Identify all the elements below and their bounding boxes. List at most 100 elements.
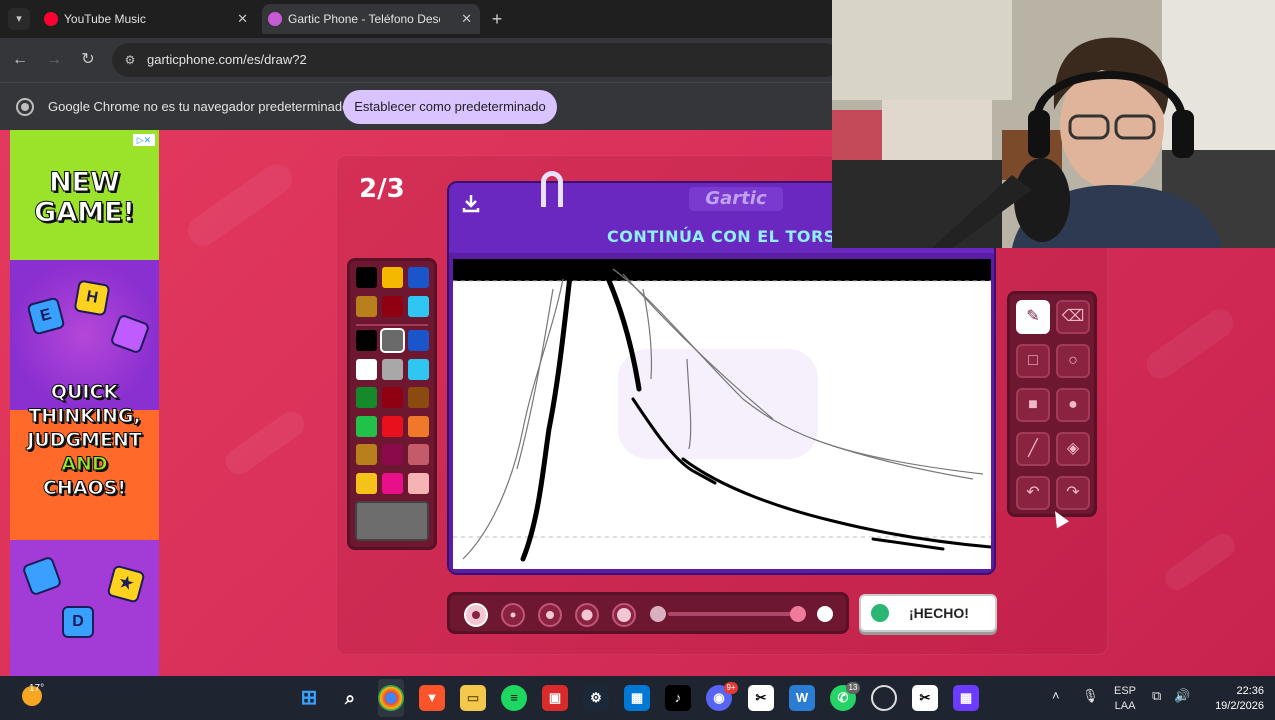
app-grid-icon[interactable]: ▦: [953, 685, 979, 711]
fill-tool[interactable]: ◈: [1056, 432, 1090, 466]
chrome-icon[interactable]: [378, 685, 404, 711]
brush-controls: [447, 592, 849, 634]
color-swatch[interactable]: [382, 415, 403, 437]
tiktok-icon[interactable]: ♪: [665, 685, 691, 711]
redo-tool[interactable]: ↷: [1056, 476, 1090, 510]
keyboard-layout: LAA: [1114, 700, 1136, 712]
color-swatch[interactable]: [382, 387, 403, 408]
capcut-icon[interactable]: ✂: [912, 685, 938, 711]
weather-temperature: 17°: [29, 683, 45, 694]
line-tool[interactable]: ╱: [1016, 432, 1050, 466]
pencil-tool[interactable]: ✎: [1016, 300, 1050, 334]
gartic-phone-icon: [268, 12, 282, 26]
color-swatch[interactable]: [356, 444, 377, 465]
drawing-strokes: [453, 259, 991, 562]
capcut-icon[interactable]: ✂: [748, 685, 774, 711]
tray-overflow-icon[interactable]: ˄: [1052, 688, 1060, 703]
filled-rectangle-tool[interactable]: ■: [1016, 388, 1050, 422]
brush-size-4[interactable]: [575, 603, 599, 627]
brush-size-3[interactable]: [538, 603, 562, 627]
tool-panel: ✎ ⌫ □ ○ ■ ● ╱ ◈ ↶ ↷: [1007, 291, 1097, 517]
close-icon[interactable]: ✕: [461, 4, 472, 34]
task-prompt: CONTINÚA CON EL TORSO: [607, 227, 850, 246]
filled-ellipse-tool[interactable]: ●: [1056, 388, 1090, 422]
search-icon[interactable]: ⌕: [337, 685, 363, 711]
ad-choices-icon[interactable]: ▷✕: [133, 134, 155, 146]
background-stripe: [220, 406, 310, 480]
color-swatch[interactable]: [356, 330, 377, 351]
network-icon[interactable]: ⧉: [1152, 688, 1161, 704]
color-swatch[interactable]: [356, 267, 377, 288]
reload-button[interactable]: ↻: [76, 48, 100, 72]
color-swatch[interactable]: [356, 472, 377, 494]
color-swatch[interactable]: [382, 444, 403, 465]
microphone-icon[interactable]: 🎙: [1082, 688, 1099, 704]
tab-youtube-music[interactable]: YouTube Music ✕: [38, 4, 256, 34]
spotify-icon[interactable]: ≡: [501, 685, 527, 711]
brush-size-2[interactable]: [501, 603, 525, 627]
color-swatch[interactable]: [408, 267, 429, 288]
forward-button[interactable]: →: [42, 48, 66, 72]
download-icon[interactable]: [461, 193, 481, 213]
webcam-feed: [832, 0, 1275, 248]
rectangle-tool[interactable]: □: [1016, 344, 1050, 378]
brush-size-dot: [510, 612, 516, 618]
address-bar[interactable]: ⚙ garticphone.com/es/draw?2: [112, 43, 842, 77]
brush-size-5[interactable]: [612, 603, 636, 627]
tab-search-button[interactable]: ▾: [8, 8, 30, 30]
dice-icon: E: [26, 296, 66, 336]
brave-icon[interactable]: ▼: [419, 685, 445, 711]
color-swatch[interactable]: [408, 415, 429, 437]
obs-icon[interactable]: [871, 685, 897, 711]
file-explorer-icon[interactable]: ▭: [460, 685, 486, 711]
new-tab-button[interactable]: +: [486, 6, 508, 32]
color-swatch[interactable]: [408, 472, 429, 494]
color-swatch[interactable]: [408, 358, 429, 380]
clock[interactable]: 22:36 19/2/2026: [1200, 684, 1264, 714]
word-icon[interactable]: W: [789, 685, 815, 711]
color-swatch[interactable]: [380, 328, 405, 353]
set-default-button[interactable]: Establecer como predeterminado: [343, 90, 557, 124]
eraser-tool[interactable]: ⌫: [1056, 300, 1090, 334]
undo-tool[interactable]: ↶: [1016, 476, 1050, 510]
brush-size-dot: [617, 608, 631, 622]
color-swatch[interactable]: [408, 295, 429, 317]
volume-icon[interactable]: 🔊: [1174, 688, 1190, 704]
opacity-slider[interactable]: [668, 606, 806, 622]
color-swatch[interactable]: [408, 330, 429, 351]
back-button[interactable]: ←: [8, 48, 32, 72]
opacity-slider-handle[interactable]: [790, 606, 806, 622]
color-swatch[interactable]: [382, 267, 403, 288]
ad-banner[interactable]: NEW GAME! ▷✕ E H QUICK THINKING, JUDGMEN…: [10, 130, 159, 676]
color-swatch[interactable]: [408, 387, 429, 408]
color-swatch[interactable]: [382, 358, 403, 380]
ad-bottom-panel: ★ D: [10, 540, 159, 676]
store-icon[interactable]: ▦: [624, 685, 650, 711]
color-swatch[interactable]: [382, 295, 403, 317]
tab-gartic-phone[interactable]: Gartic Phone - Teléfono Descon ✕: [262, 4, 480, 34]
done-button[interactable]: ¡HECHO!: [859, 594, 997, 632]
language-indicator[interactable]: ESP LAA: [1114, 684, 1136, 714]
ad-tagline-line: CHAOS!: [42, 477, 127, 500]
color-swatch[interactable]: [356, 358, 377, 380]
close-icon[interactable]: ✕: [237, 4, 248, 34]
done-button-label: ¡HECHO!: [909, 605, 969, 621]
color-swatch[interactable]: [356, 415, 377, 437]
check-icon: [871, 604, 889, 622]
site-info-icon[interactable]: ⚙: [122, 52, 138, 68]
drawing-canvas[interactable]: [453, 259, 991, 569]
language-code: ESP: [1114, 685, 1137, 697]
tab-title: Gartic Phone - Teléfono Descon: [288, 12, 440, 26]
color-swatch[interactable]: [356, 295, 377, 317]
color-swatch[interactable]: [382, 472, 403, 494]
color-swatch[interactable]: [356, 387, 377, 408]
game-launcher-icon[interactable]: ▣: [542, 685, 568, 711]
ellipse-tool[interactable]: ○: [1056, 344, 1090, 378]
color-swatch[interactable]: [408, 444, 429, 465]
brush-size-1[interactable]: [464, 603, 488, 627]
steam-icon[interactable]: ⚙: [583, 685, 609, 711]
windows-taskbar: 17° ⊞ ⌕ ▼ ▭ ≡ ▣ ⚙ ▦ ♪ ◉ 9+ ✂ W ✆ 13 ✂ ▦ …: [0, 676, 1275, 720]
windows-start-icon[interactable]: ⊞: [296, 685, 322, 711]
round-counter: 2/3: [359, 174, 405, 204]
ad-tagline-line: JUDGMENT: [27, 429, 143, 452]
